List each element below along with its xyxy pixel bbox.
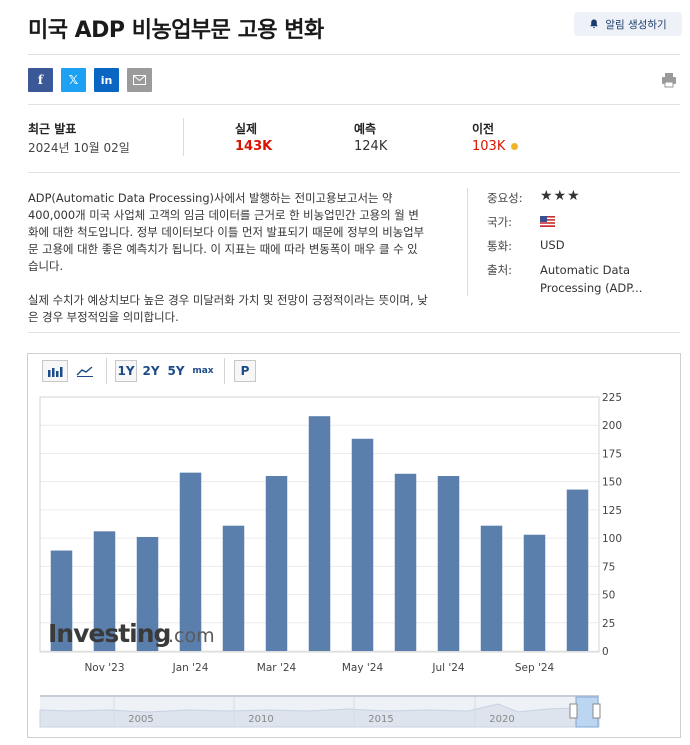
- bar[interactable]: [523, 534, 546, 651]
- range-navigator[interactable]: 2005 2010 2015 2020: [39, 695, 601, 728]
- actual-value: 143K: [235, 139, 273, 154]
- y-tick-label: 50: [602, 590, 615, 602]
- previous-value: 103K: [472, 139, 506, 154]
- y-tick-label: 175: [602, 448, 622, 460]
- create-alert-label: 알림 생성하기: [605, 18, 667, 31]
- divider: [28, 332, 680, 333]
- bar[interactable]: [265, 476, 288, 651]
- bar[interactable]: [308, 416, 331, 651]
- y-tick-label: 200: [602, 420, 622, 432]
- bar[interactable]: [480, 525, 503, 651]
- currency-value: USD: [540, 238, 565, 252]
- us-flag-icon: [540, 216, 555, 227]
- currency-label: 통화:: [487, 239, 513, 253]
- linkedin-icon: in: [100, 73, 113, 87]
- navigator-year-label: 2020: [489, 714, 514, 725]
- description: ADP(Automatic Data Processing)사에서 발행하는 전…: [28, 190, 428, 326]
- x-tick-label: Jan '24: [172, 662, 209, 674]
- navigator-year-label: 2015: [368, 714, 393, 725]
- y-tick-label: 0: [602, 646, 609, 658]
- investing-logo: Investing: [48, 619, 170, 648]
- navigator-year-label: 2010: [248, 714, 273, 725]
- page-title: 미국 ADP 비농업부문 고용 변화: [28, 18, 324, 43]
- divider: [467, 188, 468, 296]
- investing-logo-suffix: .com: [168, 625, 215, 647]
- twitter-icon: 𝕏: [68, 73, 79, 87]
- facebook-share-button[interactable]: f: [28, 68, 53, 92]
- x-tick-label: Jul '24: [431, 662, 465, 674]
- email-icon: [133, 75, 146, 85]
- previous-value-wrap: 103K: [472, 139, 519, 154]
- source-line: Automatic Data: [540, 263, 631, 277]
- description-paragraph: 실제 수치가 예상치보다 높은 경우 미달러화 가치 및 전망이 긍정적이라는 …: [28, 293, 428, 324]
- actual-label: 실제: [235, 122, 258, 136]
- previous-label: 이전: [472, 122, 495, 136]
- y-tick-label: 125: [602, 505, 622, 517]
- bar[interactable]: [222, 525, 245, 651]
- divider: [28, 104, 680, 105]
- bell-icon: [590, 19, 599, 29]
- importance-stars-icon: ★★★: [540, 188, 581, 204]
- country-label: 국가:: [487, 215, 513, 229]
- bar[interactable]: [437, 476, 460, 651]
- navigator-left-handle[interactable]: [569, 703, 578, 719]
- navigator-year-label: 2005: [128, 714, 153, 725]
- y-tick-label: 150: [602, 477, 622, 489]
- y-tick-label: 225: [602, 392, 622, 404]
- y-tick-label: 75: [602, 561, 615, 573]
- y-tick-label: 100: [602, 533, 622, 545]
- forecast-label: 예측: [354, 122, 377, 136]
- bar[interactable]: [566, 489, 589, 651]
- divider: [28, 54, 680, 55]
- bar[interactable]: [351, 438, 374, 651]
- divider: [28, 172, 680, 173]
- print-icon[interactable]: [661, 72, 677, 88]
- chart-panel: 1Y 2Y 5Y max P 0 25 50 75 100 125 150 175 200 225…: [27, 353, 681, 738]
- email-share-button[interactable]: [127, 68, 152, 92]
- bar[interactable]: [394, 473, 417, 651]
- share-bar: f 𝕏 in: [28, 68, 152, 92]
- source-label: 출처:: [487, 263, 513, 277]
- divider: [183, 118, 184, 156]
- x-tick-label: May '24: [342, 662, 384, 674]
- linkedin-share-button[interactable]: in: [94, 68, 119, 92]
- facebook-icon: f: [37, 73, 44, 87]
- x-tick-label: Nov '23: [84, 662, 124, 674]
- revision-dot-icon: [511, 143, 519, 150]
- source-line: Processing (ADP...: [540, 281, 643, 295]
- source-link[interactable]: Automatic Data Processing (ADP...: [540, 261, 642, 297]
- forecast-value: 124K: [354, 139, 388, 154]
- y-tick-label: 25: [602, 618, 615, 630]
- create-alert-button[interactable]: 알림 생성하기: [574, 12, 682, 36]
- latest-release-date: 2024년 10월 02일: [28, 141, 130, 155]
- description-paragraph: ADP(Automatic Data Processing)사에서 발행하는 전…: [28, 191, 425, 273]
- x-tick-label: Mar '24: [257, 662, 297, 674]
- importance-label: 중요성:: [487, 191, 523, 205]
- latest-release-label: 최근 발표: [28, 122, 77, 136]
- twitter-share-button[interactable]: 𝕏: [61, 68, 86, 92]
- navigator-scrollbar: [40, 695, 599, 697]
- bar-chart: 0 25 50 75 100 125 150 175 200 225 Nov '23 Jan '24…: [39, 392, 622, 728]
- x-tick-label: Sep '24: [515, 662, 555, 674]
- navigator-right-handle[interactable]: [592, 703, 601, 719]
